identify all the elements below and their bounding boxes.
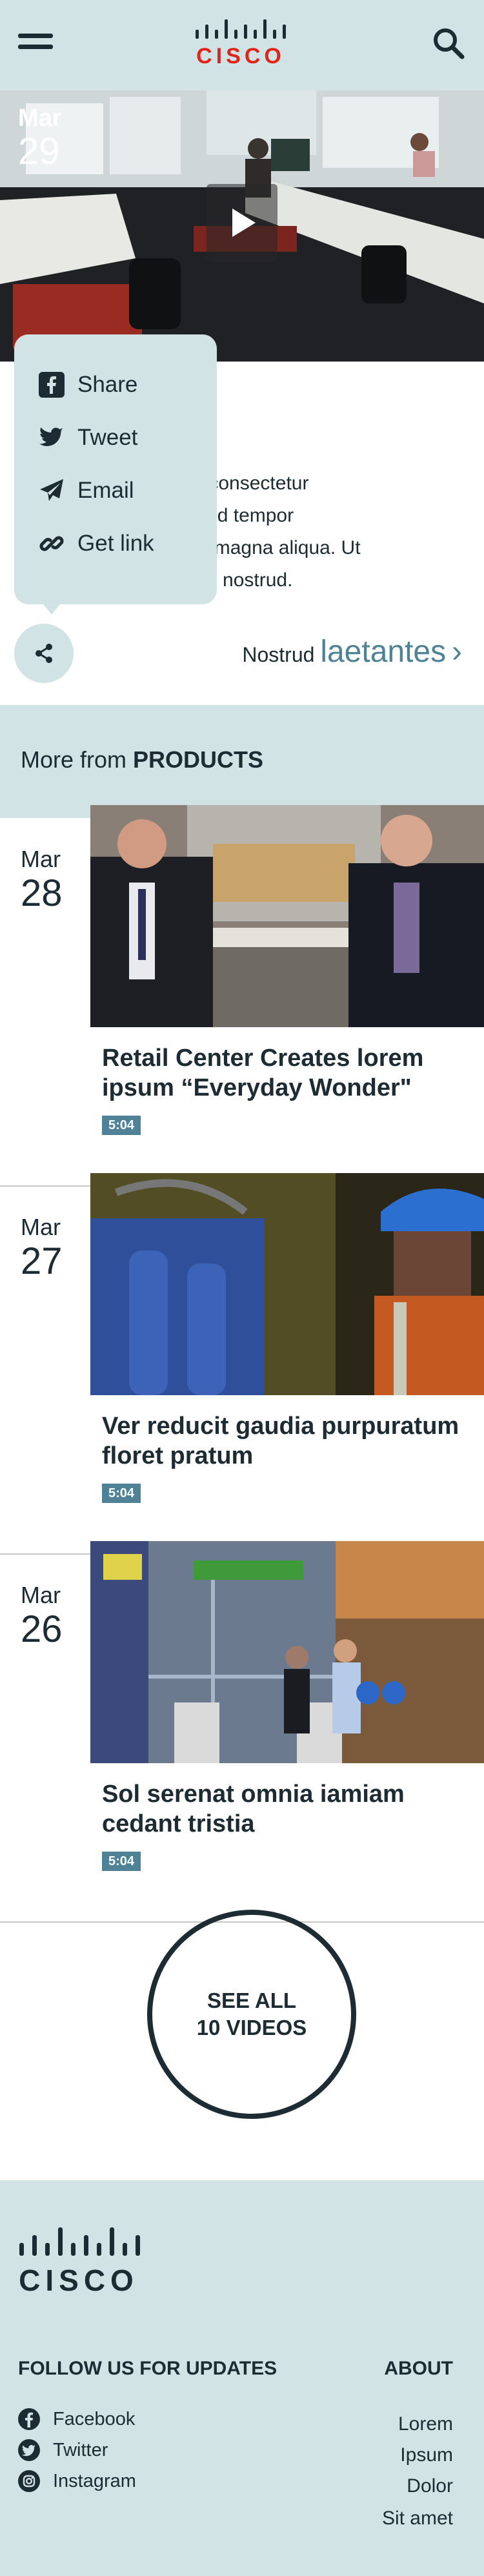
video-date: Mar 26 [21,1582,63,1651]
about-heading: ABOUT [384,2358,453,2379]
video-duration-badge: 5:04 [102,1484,141,1503]
video-thumbnail[interactable] [90,1541,484,1763]
more-from-section: PRODUCTS [133,746,264,773]
about-link[interactable]: Lorem [361,2413,453,2435]
video-day: 28 [21,872,63,914]
share-email-item[interactable]: Email [39,471,213,510]
hero-day: 29 [18,130,60,172]
about-link[interactable]: Sit amet [361,2508,453,2530]
video-title[interactable]: Sol serenat omnia iamiam cedant tristia [102,1779,470,1839]
facebook-icon [39,372,65,398]
video-day: 27 [21,1240,63,1282]
video-thumbnail[interactable] [90,1173,484,1395]
video-title[interactable]: Retail Center Creates lorem ipsum “Every… [102,1043,470,1103]
video-day: 26 [21,1608,63,1650]
read-more-link[interactable]: Nostrud laetantes › [232,634,462,670]
share-item-label: Email [77,478,134,503]
video-title[interactable]: Ver reducit gaudia purpuratum floret pra… [102,1411,470,1471]
paper-plane-icon [40,479,63,501]
video-date: Mar 27 [21,1214,63,1283]
twitter-icon [39,427,63,446]
chevron-right-icon: › [452,635,462,669]
video-month: Mar [21,1582,61,1608]
see-all-line1: SEE ALL [207,1988,297,2012]
hero-month: Mar [18,105,62,132]
about-link[interactable]: Dolor [361,2475,453,2497]
share-twitter-item[interactable]: Tweet [39,418,213,457]
more-from-prefix: More from [21,746,127,773]
share-item-label: Share [77,372,138,397]
hero-date: Mar 29 [18,105,62,173]
share-get-link-item[interactable]: Get link [39,524,213,563]
video-month: Mar [21,846,61,872]
instagram-icon [18,2470,40,2492]
menu-icon[interactable] [18,34,53,53]
video-duration-badge: 5:04 [102,1116,141,1135]
svg-text:CISCO: CISCO [196,44,285,68]
video-month: Mar [21,1214,61,1240]
more-from-heading: More from PRODUCTS [21,746,263,773]
social-label: Twitter [53,2439,108,2460]
svg-text:CISCO: CISCO [19,2264,139,2297]
read-more-big: laetantes [320,635,447,669]
follow-heading: FOLLOW US FOR UPDATES [18,2358,277,2379]
search-icon[interactable] [431,26,466,61]
share-toggle-button[interactable] [14,624,74,683]
play-icon[interactable] [207,184,277,261]
social-label: Facebook [53,2408,136,2429]
read-more-small: Nostrud [242,643,315,666]
about-link[interactable]: Ipsum [361,2444,453,2466]
twitter-icon [18,2439,40,2461]
facebook-icon [18,2408,40,2430]
share-item-label: Get link [77,531,154,556]
footer-twitter-link[interactable]: Twitter [18,2439,108,2461]
footer-cisco-logo[interactable]: CISCO [17,2226,146,2297]
share-menu-pointer [40,600,63,615]
video-thumbnail[interactable] [90,805,484,1027]
see-all-line2: 10 VIDEOS [196,2016,307,2039]
cisco-logo[interactable]: CISCO [194,18,290,70]
social-label: Instagram [53,2470,136,2491]
share-item-label: Tweet [77,425,138,450]
video-date: Mar 28 [21,846,63,915]
video-duration-badge: 5:04 [102,1852,141,1871]
share-icon [35,644,52,663]
link-icon [39,536,64,551]
share-facebook-item[interactable]: Share [39,365,213,404]
see-all-videos-button[interactable]: SEE ALL 10 VIDEOS [147,1910,356,2119]
footer-instagram-link[interactable]: Instagram [18,2470,136,2492]
footer-facebook-link[interactable]: Facebook [18,2408,135,2430]
